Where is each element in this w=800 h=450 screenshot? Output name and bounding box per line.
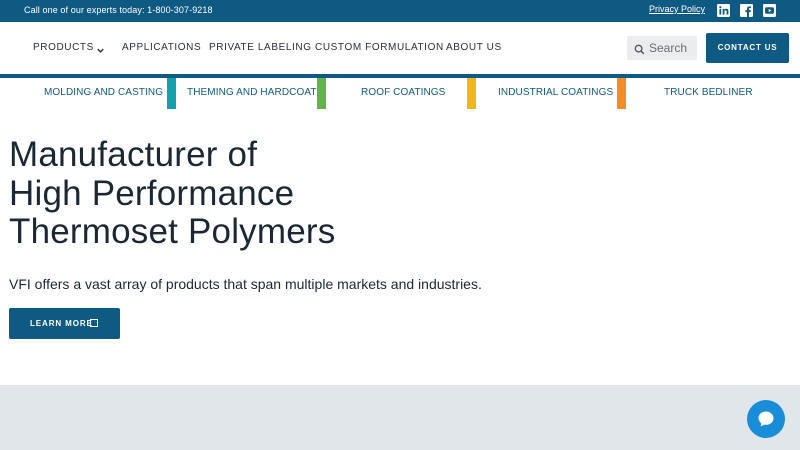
- external-link-icon: [90, 319, 98, 327]
- nav-item-about-us[interactable]: ABOUT US: [446, 42, 502, 53]
- search-placeholder: Search: [649, 41, 688, 55]
- category-molding-and-casting[interactable]: MOLDING AND CASTING: [44, 87, 163, 98]
- contact-us-button[interactable]: CONTACT US: [706, 33, 789, 63]
- chat-bubble-icon: [758, 411, 774, 427]
- category-truck-bedliner[interactable]: TRUCK BEDLINER: [664, 87, 753, 98]
- privacy-policy-link[interactable]: Privacy Policy: [649, 4, 705, 14]
- search-input[interactable]: Search: [627, 36, 697, 60]
- category-theming-and-hardcoats[interactable]: THEMING AND HARDCOATS: [187, 87, 323, 98]
- nav-item-products[interactable]: PRODUCTS: [33, 42, 94, 53]
- nav-item-private-labeling[interactable]: PRIVATE LABELING: [209, 42, 312, 53]
- category-industrial-coatings[interactable]: INDUSTRIAL COATINGS: [498, 87, 613, 98]
- call-us-text: Call one of our experts today: 1-800-307…: [24, 5, 213, 15]
- nav-item-custom-formulation[interactable]: CUSTOM FORMULATION: [315, 42, 444, 53]
- category-roof-coatings[interactable]: ROOF COATINGS: [361, 87, 445, 98]
- hero-subtitle: VFI offers a vast array of products that…: [9, 276, 482, 292]
- search-icon: [634, 42, 645, 55]
- hero-title: Manufacturer of High Performance Thermos…: [9, 135, 336, 252]
- youtube-icon[interactable]: [763, 4, 776, 17]
- lower-section: [0, 385, 800, 450]
- hero-title-line: Manufacturer of: [9, 135, 258, 174]
- top-utility-bar: Call one of our experts today: 1-800-307…: [0, 0, 800, 22]
- category-separator: [317, 78, 326, 109]
- linkedin-icon[interactable]: [717, 4, 730, 17]
- main-navigation: PRODUCTS APPLICATIONS PRIVATE LABELING C…: [0, 22, 800, 74]
- chat-button[interactable]: [747, 400, 785, 438]
- nav-item-applications[interactable]: APPLICATIONS: [122, 42, 201, 53]
- category-separator: [617, 78, 626, 109]
- hero-title-line: High Performance: [9, 173, 295, 213]
- hero-title-line: Thermoset Polymers: [9, 212, 336, 251]
- category-strip: MOLDING AND CASTING THEMING AND HARDCOAT…: [0, 78, 800, 109]
- category-separator: [467, 78, 476, 109]
- learn-more-button[interactable]: LEARN MORE: [9, 308, 120, 339]
- facebook-icon[interactable]: [740, 4, 753, 17]
- learn-more-label: LEARN MORE: [30, 319, 93, 328]
- chevron-down-icon[interactable]: [96, 42, 105, 53]
- category-separator: [167, 78, 176, 109]
